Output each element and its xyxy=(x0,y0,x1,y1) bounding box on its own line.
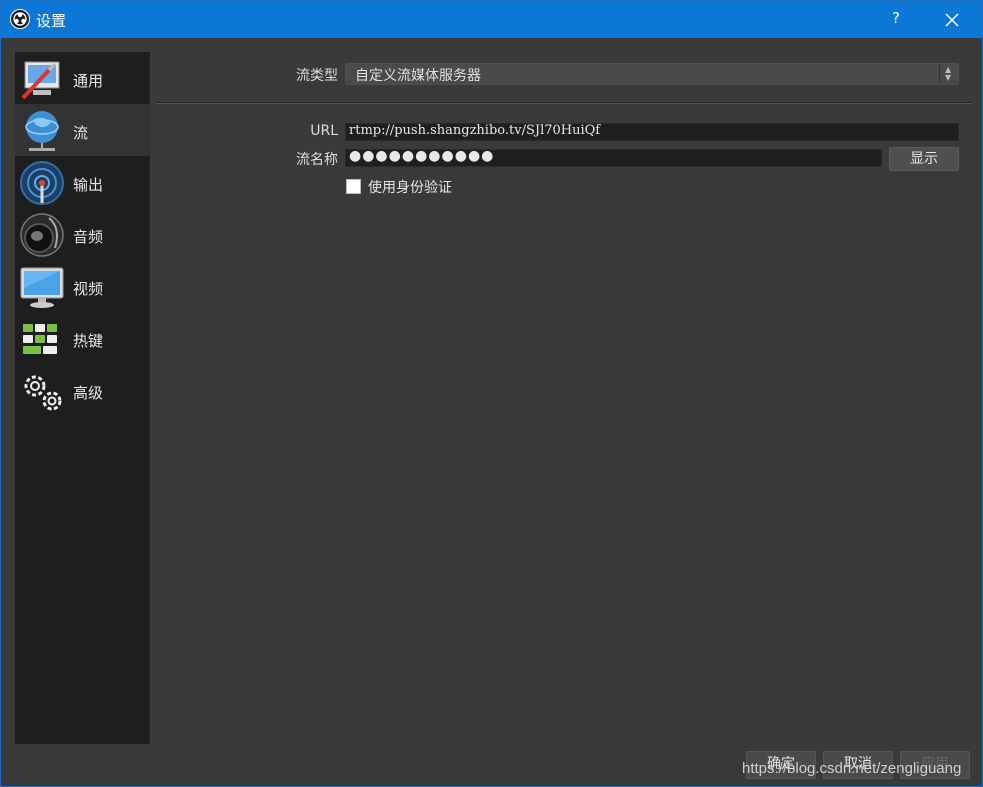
stream-key-masked: ●●●●●●●●●●● xyxy=(349,148,495,164)
show-key-button[interactable]: 显示 xyxy=(889,147,959,171)
sidebar-item-hotkeys[interactable]: 热键 xyxy=(15,312,150,364)
speaker-icon xyxy=(20,213,64,257)
monitor-icon xyxy=(20,267,64,308)
auth-checkbox[interactable] xyxy=(346,179,361,194)
sidebar-item-general[interactable]: 通用 xyxy=(15,52,150,104)
url-value: rtmp://push.shangzhibo.tv/SJl70HuiQf xyxy=(349,123,601,138)
stream-key-label: 流名称 xyxy=(296,152,338,168)
stream-type-label: 流类型 xyxy=(296,68,338,84)
keyboard-icon xyxy=(23,324,57,354)
watermark-text: https://blog.csdn.net/zengliguang xyxy=(742,760,962,777)
sidebar-item-video[interactable]: 视频 xyxy=(15,260,150,312)
url-label: URL xyxy=(310,123,338,139)
combo-arrows[interactable]: ▲ ▼ xyxy=(939,64,958,84)
sidebar-item-label: 通用 xyxy=(73,72,104,90)
general-settings-icon xyxy=(21,61,60,100)
obs-logo-icon xyxy=(10,9,30,29)
sidebar-item-label: 流 xyxy=(73,124,89,142)
sidebar-item-label: 视频 xyxy=(73,280,104,298)
sidebar-item-label: 输出 xyxy=(73,176,104,194)
close-icon[interactable] xyxy=(939,7,965,33)
sidebar-item-output[interactable]: 输出 xyxy=(15,156,150,208)
stream-key-input[interactable]: ●●●●●●●●●●● xyxy=(345,148,882,167)
gears-icon xyxy=(24,375,62,411)
stream-settings-panel: 流类型 自定义流媒体服务器 ▲ ▼ URL rtmp://push.shangz… xyxy=(156,52,971,752)
title-bar: 设置 ? xyxy=(1,1,982,38)
stream-type-select[interactable]: 自定义流媒体服务器 ▲ ▼ xyxy=(345,63,959,85)
settings-sidebar: 通用 流 输出 音频 视频 热键 高级 xyxy=(15,52,150,744)
broadcast-antenna-icon xyxy=(20,161,64,205)
sidebar-item-audio[interactable]: 音频 xyxy=(15,208,150,260)
sidebar-item-label: 热键 xyxy=(73,332,104,350)
stream-type-value: 自定义流媒体服务器 xyxy=(355,68,481,84)
help-button[interactable]: ? xyxy=(888,9,904,27)
globe-network-icon xyxy=(25,111,59,151)
section-divider xyxy=(156,102,971,104)
sidebar-item-stream[interactable]: 流 xyxy=(15,104,150,156)
window-title: 设置 xyxy=(36,12,67,30)
sidebar-item-advanced[interactable]: 高级 xyxy=(15,364,150,416)
settings-window: 设置 ? 通用 流 输出 音频 视频 热键 高级 流类型 自定义流媒体服务器 ▲… xyxy=(0,0,983,787)
sidebar-item-label: 音频 xyxy=(73,228,104,246)
chevron-down-icon: ▼ xyxy=(945,73,952,82)
sidebar-item-label: 高级 xyxy=(73,384,104,402)
url-input[interactable]: rtmp://push.shangzhibo.tv/SJl70HuiQf xyxy=(345,123,959,141)
auth-checkbox-label[interactable]: 使用身份验证 xyxy=(368,177,452,197)
